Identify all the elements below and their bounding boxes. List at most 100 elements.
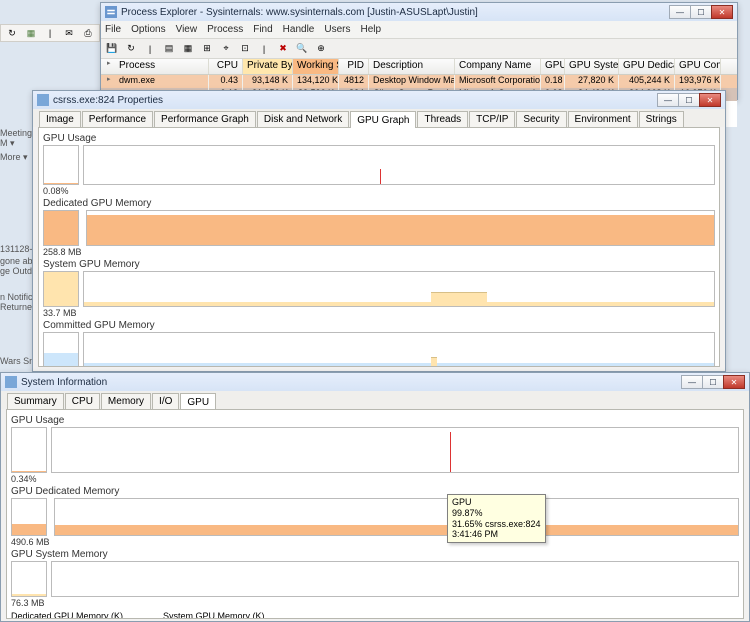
tab-gpu-graph[interactable]: GPU Graph	[350, 111, 416, 128]
graph-label: GPU Usage	[43, 133, 715, 144]
menu-item-help[interactable]: Help	[361, 24, 382, 35]
graph-dedicated-gpu-memory: Dedicated GPU Memory258.8 MB	[43, 198, 715, 257]
app-icon	[37, 94, 49, 106]
app-icon	[5, 376, 17, 388]
menu-item-options[interactable]: Options	[131, 24, 165, 35]
column-header[interactable]: GPU	[541, 59, 565, 74]
cell: 134,120 K	[293, 75, 339, 88]
column-header[interactable]: Description	[369, 59, 455, 74]
column-header[interactable]: PID	[339, 59, 369, 74]
find-icon[interactable]: 🔍	[294, 41, 310, 57]
save-icon[interactable]: 💾	[104, 41, 120, 57]
titlebar[interactable]: System Information — ☐ ✕	[1, 373, 749, 391]
menu-item-view[interactable]: View	[176, 24, 198, 35]
cell: Desktop Window Manager	[369, 75, 455, 88]
tab-memory[interactable]: Memory	[101, 393, 151, 409]
graph-tooltip: GPU99.87%31.65% csrss.exe:8243:41:46 PM	[447, 494, 546, 543]
cell: 405,244 K	[619, 75, 675, 88]
tab-image[interactable]: Image	[39, 111, 81, 127]
tab-threads[interactable]: Threads	[417, 111, 468, 127]
graph-immediate	[43, 210, 79, 246]
system-information-window: System Information — ☐ ✕ SummaryCPUMemor…	[0, 372, 750, 622]
list-icon[interactable]: ▦	[180, 41, 196, 57]
tab-security[interactable]: Security	[516, 111, 566, 127]
menu-item-handle[interactable]: Handle	[283, 24, 315, 35]
close-button[interactable]: ✕	[699, 93, 721, 107]
tab-tcp-ip[interactable]: TCP/IP	[469, 111, 515, 127]
close-button[interactable]: ✕	[711, 5, 733, 19]
graph-immediate	[11, 498, 47, 536]
mail-icon: ✉	[61, 25, 77, 41]
graph-history	[86, 210, 715, 246]
minimize-button[interactable]: —	[669, 5, 691, 19]
graph-immediate	[43, 271, 79, 307]
graph-immediate	[11, 561, 47, 597]
graph-label: GPU Dedicated Memory	[11, 486, 739, 497]
menu-item-file[interactable]: File	[105, 24, 121, 35]
background-text: M ▾	[0, 138, 15, 149]
titlebar[interactable]: csrss.exe:824 Properties — ☐ ✕	[33, 91, 725, 109]
divider: |	[42, 25, 58, 41]
menubar[interactable]: File Options View Process Find Handle Users Hel…	[101, 21, 737, 39]
column-header[interactable]: Private Bytes	[243, 59, 293, 74]
tab-performance[interactable]: Performance	[82, 111, 153, 127]
divider: |	[256, 41, 272, 57]
titlebar[interactable]: Process Explorer - Sysinternals: www.sys…	[101, 3, 737, 21]
graph-history	[51, 427, 739, 473]
menu-item-process[interactable]: Process	[207, 24, 243, 35]
sys-icon[interactable]: ⊞	[199, 41, 215, 57]
graph-immediate	[43, 332, 79, 367]
column-header[interactable]: GPU Com...	[675, 59, 721, 74]
graph-gpu-system-memory: GPU System Memory76.3 MB	[11, 549, 739, 608]
tree-icon[interactable]: ▤	[161, 41, 177, 57]
graph-label: Committed GPU Memory	[43, 320, 715, 331]
column-header[interactable]: GPU Dedicated ...	[619, 59, 675, 74]
dll-icon[interactable]: ⊡	[237, 41, 253, 57]
window-title: Process Explorer - Sysinternals: www.sys…	[121, 7, 478, 18]
app-icon	[105, 6, 117, 18]
maximize-button[interactable]: ☐	[690, 5, 712, 19]
tab-disk-and-network[interactable]: Disk and Network	[257, 111, 349, 127]
minimize-button[interactable]: —	[657, 93, 679, 107]
tab-environment[interactable]: Environment	[568, 111, 638, 127]
tab-cpu[interactable]: CPU	[65, 393, 100, 409]
graph-committed-gpu-memory: Committed GPU Memory16.6 MB	[43, 320, 715, 367]
cell: 193,976 K	[675, 75, 721, 88]
kill-icon[interactable]: ✖	[275, 41, 291, 57]
handles-icon[interactable]: ⌖	[218, 41, 234, 57]
window-title: csrss.exe:824 Properties	[53, 95, 163, 106]
column-header[interactable]: Company Name	[455, 59, 541, 74]
menu-item-users[interactable]: Users	[324, 24, 350, 35]
save-icon: ▦	[23, 25, 39, 41]
maximize-button[interactable]: ☐	[702, 375, 724, 389]
summary: Dedicated GPU Memory (K)Current502,400Li…	[11, 610, 739, 619]
tab-gpu[interactable]: GPU	[180, 393, 216, 410]
graph-history	[54, 498, 739, 536]
process-row[interactable]: dwm.exe0.4393,148 K134,120 K4812Desktop …	[101, 75, 737, 88]
column-header[interactable]: Working Set	[293, 59, 339, 74]
tab-performance-graph[interactable]: Performance Graph	[154, 111, 256, 127]
graph-gpu-usage: GPU Usage0.34%	[11, 415, 739, 484]
close-button[interactable]: ✕	[723, 375, 745, 389]
tab-i-o[interactable]: I/O	[152, 393, 179, 409]
column-headers[interactable]: ProcessCPUPrivate BytesWorking SetPIDDes…	[101, 59, 737, 75]
refresh-icon[interactable]: ↻	[123, 41, 139, 57]
cell: 4812	[339, 75, 369, 88]
tab-strings[interactable]: Strings	[639, 111, 684, 127]
graph-history	[83, 271, 715, 307]
column-header[interactable]: GPU System Byt...	[565, 59, 619, 74]
minimize-button[interactable]: —	[681, 375, 703, 389]
refresh-icon: ↻	[4, 25, 20, 41]
summary-title: System GPU Memory (K)	[163, 611, 265, 619]
tabs[interactable]: ImagePerformancePerformance GraphDisk an…	[33, 109, 725, 127]
maximize-button[interactable]: ☐	[678, 93, 700, 107]
background-text: Wars Sn	[0, 356, 34, 366]
summary-title: Dedicated GPU Memory (K)	[11, 611, 123, 619]
tab-summary[interactable]: Summary	[7, 393, 64, 409]
target-icon[interactable]: ⊕	[313, 41, 329, 57]
column-header[interactable]: Process	[101, 59, 209, 74]
column-header[interactable]: CPU	[209, 59, 243, 74]
menu-item-find[interactable]: Find	[253, 24, 272, 35]
toolbar[interactable]: 💾 ↻ | ▤ ▦ ⊞ ⌖ ⊡ | ✖ 🔍 ⊕	[101, 39, 737, 59]
tabs[interactable]: SummaryCPUMemoryI/OGPU	[1, 391, 749, 409]
